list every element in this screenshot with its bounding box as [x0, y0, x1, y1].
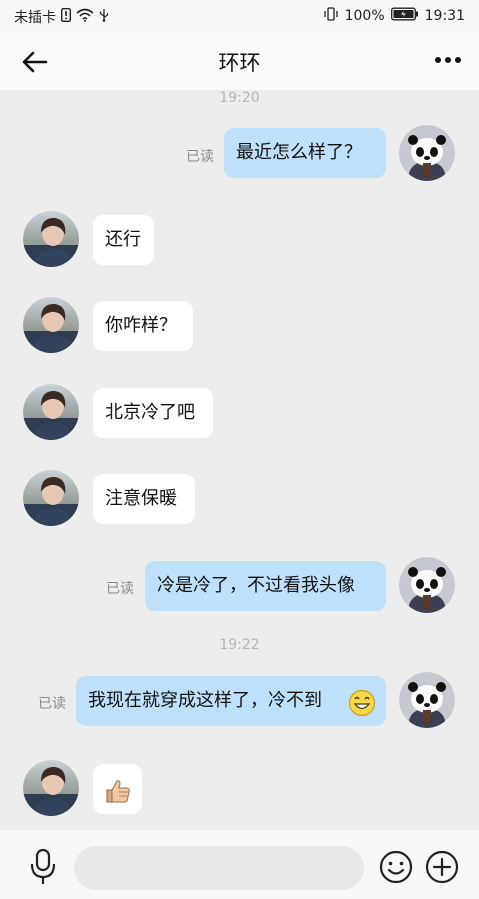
message-bubble-theirs[interactable]: 北京冷了吧 — [93, 388, 213, 438]
read-receipt: 已读 — [38, 696, 66, 712]
message-bubble-theirs[interactable]: 还行 — [93, 215, 154, 265]
wifi-icon — [76, 8, 94, 26]
my-avatar[interactable] — [399, 557, 455, 613]
contact-avatar[interactable] — [23, 760, 79, 816]
message-input[interactable] — [74, 846, 364, 890]
status-right: 100% 19:31 — [323, 7, 465, 25]
battery-percent: 100% — [344, 8, 385, 24]
thumbs-up-emoji-icon — [104, 775, 132, 825]
my-avatar[interactable] — [399, 672, 455, 728]
plus-icon[interactable] — [425, 850, 459, 884]
message-bubble-theirs[interactable]: 你咋样？ — [93, 301, 193, 351]
smile-emoji-icon — [348, 687, 376, 737]
chat-header: 环环 — [0, 32, 479, 90]
chat-title: 环环 — [218, 51, 261, 75]
my-avatar[interactable] — [399, 125, 455, 181]
read-receipt: 已读 — [106, 581, 134, 597]
contact-avatar[interactable] — [23, 384, 79, 440]
message-bubble-mine[interactable]: 冷是冷了，不过看我头像 — [145, 561, 386, 611]
contact-avatar[interactable] — [23, 297, 79, 353]
carrier-text: 未插卡 — [14, 10, 56, 26]
microphone-icon[interactable] — [28, 848, 58, 886]
vibrate-icon — [323, 7, 339, 25]
status-left: 未插卡 — [14, 7, 109, 27]
more-dots-icon[interactable] — [433, 50, 463, 70]
status-bar: 未插卡 100% 19:31 — [0, 0, 479, 32]
contact-avatar[interactable] — [23, 211, 79, 267]
contact-avatar[interactable] — [23, 470, 79, 526]
input-bar — [0, 830, 479, 899]
clock: 19:31 — [424, 8, 465, 24]
usb-icon — [99, 8, 109, 26]
timestamp: 19:22 — [219, 637, 260, 653]
message-text: 我现在就穿成这样了，冷不到 — [88, 690, 322, 711]
emoji-icon[interactable] — [379, 850, 413, 884]
message-bubble-theirs[interactable] — [93, 764, 142, 814]
sim-alert-icon — [60, 7, 72, 26]
timestamp: 19:20 — [219, 90, 260, 106]
battery-charging-icon — [390, 7, 419, 25]
message-bubble-mine[interactable]: 我现在就穿成这样了，冷不到 — [76, 676, 386, 726]
read-receipt: 已读 — [186, 149, 214, 165]
message-bubble-mine[interactable]: 最近怎么样了？ — [224, 128, 386, 178]
message-bubble-theirs[interactable]: 注意保暖 — [93, 474, 195, 524]
